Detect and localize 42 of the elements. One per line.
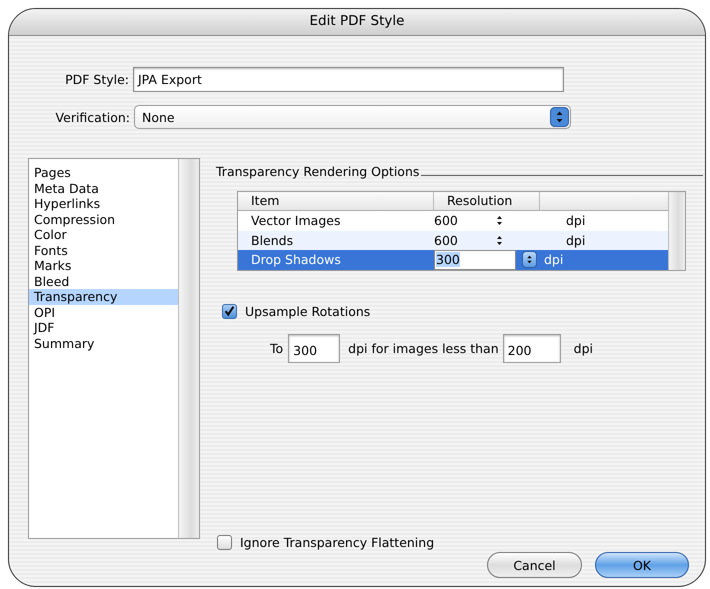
sidebar-item[interactable]: Hyperlinks xyxy=(29,196,178,212)
sidebar-item[interactable]: Bleed xyxy=(29,274,178,289)
window-title: Edit PDF Style xyxy=(9,9,705,36)
threshold-field[interactable]: 200 xyxy=(502,334,561,363)
table-cell-text: 600 xyxy=(434,232,459,248)
dropdown-value: None xyxy=(142,110,176,124)
column-header[interactable]: Item xyxy=(238,192,434,210)
table-cell-text: Vector Images xyxy=(250,213,342,228)
resolution-field[interactable]: 300 xyxy=(288,334,340,363)
section-title: Transparency Rendering Options xyxy=(216,164,420,179)
sidebar-item[interactable]: Color xyxy=(29,227,178,242)
checkbox-label: Upsample Rotations xyxy=(245,304,370,319)
ok-button[interactable]: OK xyxy=(595,552,689,578)
sidebar-item[interactable]: OPI xyxy=(29,304,178,320)
field-label: Verification: xyxy=(54,110,131,124)
table-cell-text: dpi xyxy=(543,252,564,268)
table-row[interactable]: Blends 600 dpi xyxy=(238,230,668,250)
sidebar-item[interactable]: Transparency xyxy=(29,289,178,304)
resolution-field[interactable]: 300 xyxy=(434,250,516,270)
sidebar-item[interactable]: Summary xyxy=(29,336,178,351)
table-row[interactable]: Vector Images 600 dpi xyxy=(238,211,668,230)
sidebar-item[interactable]: Marks xyxy=(29,258,178,274)
option-text: To xyxy=(270,341,284,356)
sidebar-item[interactable]: Fonts xyxy=(29,242,178,258)
table-row[interactable]: Drop Shadows 300 dpi xyxy=(238,250,668,270)
sidebar-item[interactable]: Compression xyxy=(29,212,178,227)
verification-dropdown[interactable]: None xyxy=(134,105,571,129)
table-cell-text: Blends xyxy=(250,232,294,248)
pdf-style-field[interactable]: JPA Export xyxy=(133,66,564,92)
sidebar-item[interactable]: Pages xyxy=(29,165,178,180)
table-cell-text: dpi xyxy=(565,232,586,248)
option-text: dpi xyxy=(574,341,593,356)
sidebar-item[interactable]: Meta Data xyxy=(29,180,178,196)
cancel-button[interactable]: Cancel xyxy=(487,552,582,578)
column-header[interactable]: Resolution xyxy=(434,192,540,210)
table-cell-text: dpi xyxy=(565,213,586,228)
sidebar-item[interactable]: JDF xyxy=(29,320,178,336)
checkbox-label: Ignore Transparency Flattening xyxy=(240,535,434,550)
field-label: PDF Style: xyxy=(64,72,130,86)
table-cell-text: Drop Shadows xyxy=(250,252,342,268)
option-text: dpi for images less than xyxy=(348,341,499,356)
table-cell-text: 600 xyxy=(434,213,459,228)
